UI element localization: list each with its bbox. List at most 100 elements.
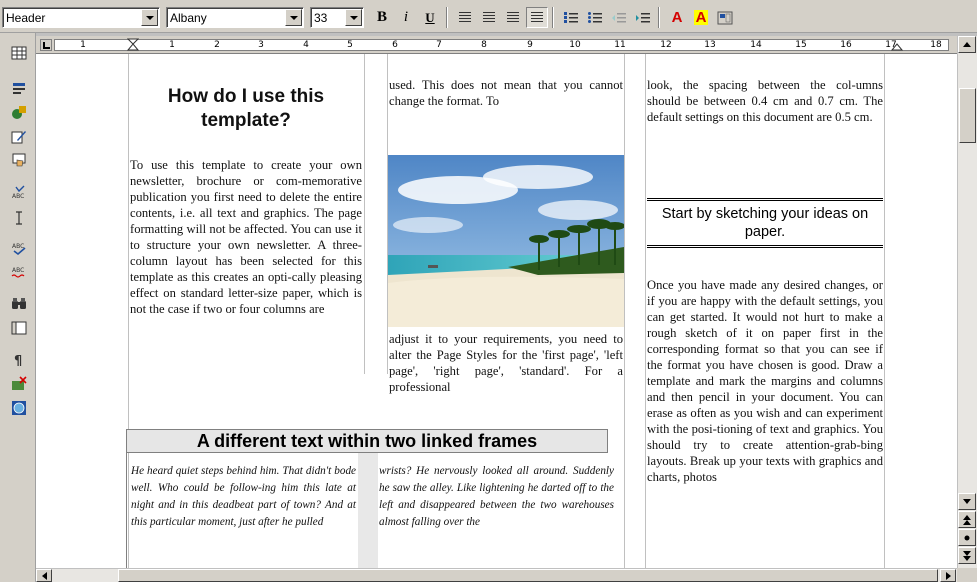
column-body: adjust it to your requirements, you need… <box>389 332 623 394</box>
graphics-off-button[interactable] <box>8 374 30 394</box>
form-controls-button[interactable] <box>8 150 30 170</box>
navigator-button[interactable] <box>8 318 30 338</box>
horizontal-ruler[interactable]: 1 1 2 3 4 5 6 7 8 9 10 11 12 13 14 15 16… <box>36 36 957 54</box>
font-color-button[interactable]: A <box>666 7 688 28</box>
tab-type-button[interactable] <box>40 39 52 51</box>
bullets-icon <box>588 11 602 23</box>
arrow-up-icon <box>963 42 971 47</box>
paragraph-background-button[interactable] <box>714 7 736 28</box>
numbering-button[interactable] <box>560 7 582 28</box>
column-3[interactable]: look, the spacing between the col-umns s… <box>647 77 883 125</box>
ruler-number: 4 <box>303 40 309 50</box>
left-indent-marker[interactable] <box>127 38 139 52</box>
table-icon <box>11 46 27 60</box>
scrollbar-corner <box>957 568 977 582</box>
decrease-indent-icon <box>612 12 626 22</box>
graphics-off-icon <box>12 376 27 390</box>
text-boundary-line <box>128 54 129 568</box>
horizontal-scrollbar[interactable] <box>36 568 957 582</box>
scrollbar-thumb[interactable] <box>118 569 938 582</box>
font-name-combo[interactable]: Albany <box>166 7 304 28</box>
linked-frame-right[interactable]: wrists? He nervously looked all around. … <box>379 463 614 531</box>
underline-button[interactable]: U <box>419 7 441 28</box>
ruler-number: 8 <box>481 40 487 50</box>
bold-label: B <box>376 9 387 25</box>
scroll-left-button[interactable] <box>36 569 52 582</box>
column-2[interactable]: used. This does not mean that you cannot… <box>389 77 623 109</box>
ruler-number: 2 <box>214 40 220 50</box>
italic-button[interactable]: i <box>395 7 417 28</box>
ruler-number: 5 <box>347 40 353 50</box>
scroll-up-button[interactable] <box>958 36 976 53</box>
insert-table-button[interactable] <box>8 43 30 63</box>
double-arrow-down-icon <box>963 550 971 561</box>
ruler-number: 16 <box>840 40 852 50</box>
arrow-left-icon <box>41 571 47 580</box>
draw-functions-button[interactable] <box>8 102 30 122</box>
find-replace-button[interactable] <box>8 293 30 313</box>
spellcheck-button[interactable]: ABC <box>8 238 30 258</box>
nonprinting-characters-button[interactable]: ¶ <box>8 350 30 370</box>
paragraph-style-combo[interactable]: Header <box>2 7 160 28</box>
arrow-down-icon <box>963 499 971 504</box>
align-left-button[interactable] <box>454 7 476 28</box>
chevron-down-icon[interactable] <box>345 9 362 26</box>
bold-button[interactable]: B <box>371 7 393 28</box>
edit-mode-button[interactable] <box>8 126 30 146</box>
font-size-combo[interactable]: 33 <box>310 7 364 28</box>
ruler-number: 12 <box>660 40 672 50</box>
autospellcheck-button[interactable]: ABC <box>8 183 30 203</box>
highlight-label: A <box>693 9 709 26</box>
column-2-continued[interactable]: adjust it to your requirements, you need… <box>389 331 623 395</box>
bullets-button[interactable] <box>584 7 606 28</box>
next-page-button[interactable] <box>958 547 976 564</box>
text-boundary-line <box>624 54 625 568</box>
globe-icon <box>12 401 26 415</box>
column-1[interactable]: How do I use this template? To use this … <box>130 80 362 317</box>
chevron-down-icon[interactable] <box>285 9 302 26</box>
previous-page-button[interactable] <box>958 511 976 528</box>
ruler-number: 9 <box>527 40 533 50</box>
increase-indent-button[interactable] <box>632 7 654 28</box>
numbering-icon <box>564 11 578 23</box>
underline-label: U <box>425 9 435 25</box>
justify-icon <box>531 12 543 23</box>
column-body: To use this template to create your own … <box>130 158 362 316</box>
shapes-icon <box>12 106 26 119</box>
scroll-right-button[interactable] <box>940 569 956 582</box>
italic-label: i <box>403 9 409 25</box>
navigation-button[interactable] <box>958 529 976 546</box>
ruler-number: 11 <box>614 40 626 50</box>
frame-banner[interactable]: A different text within two linked frame… <box>126 429 608 453</box>
text-boundary-line <box>364 54 365 374</box>
hand-icon <box>12 153 26 167</box>
column-3-continued[interactable]: Once you have made any desired changes, … <box>647 277 883 485</box>
align-center-button[interactable] <box>478 7 500 28</box>
vertical-scrollbar[interactable] <box>957 36 977 568</box>
align-right-icon <box>507 12 519 23</box>
insert-fields-button[interactable] <box>8 78 30 98</box>
formatting-toolbar: Header Albany 33 B i U A A <box>0 0 977 33</box>
online-layout-button[interactable] <box>8 398 30 418</box>
text-cursor-button[interactable] <box>8 208 30 228</box>
align-right-button[interactable] <box>502 7 524 28</box>
font-size-value: 33 <box>314 11 328 25</box>
justify-button[interactable] <box>526 7 548 28</box>
ruler-number: 1 <box>80 40 86 50</box>
beach-photo <box>388 155 624 327</box>
ruler-number: 13 <box>704 40 716 50</box>
right-indent-marker[interactable] <box>891 38 903 52</box>
linked-frame-left[interactable]: He heard quiet steps behind him. That di… <box>131 463 356 531</box>
scroll-down-button[interactable] <box>958 493 976 510</box>
auto-spellcheck-button[interactable]: ABC <box>8 262 30 282</box>
frame-border <box>126 453 127 568</box>
scrollbar-thumb[interactable] <box>959 88 976 143</box>
increase-indent-icon <box>636 12 650 22</box>
ruler-number: 3 <box>258 40 264 50</box>
column-body: used. This does not mean that you cannot… <box>389 78 623 108</box>
document-canvas[interactable]: How do I use this template? To use this … <box>36 54 957 568</box>
decrease-indent-button[interactable] <box>608 7 630 28</box>
highlight-button[interactable]: A <box>690 7 712 28</box>
chevron-down-icon[interactable] <box>141 9 158 26</box>
auto-spellcheck-icon: ABC <box>11 267 25 278</box>
